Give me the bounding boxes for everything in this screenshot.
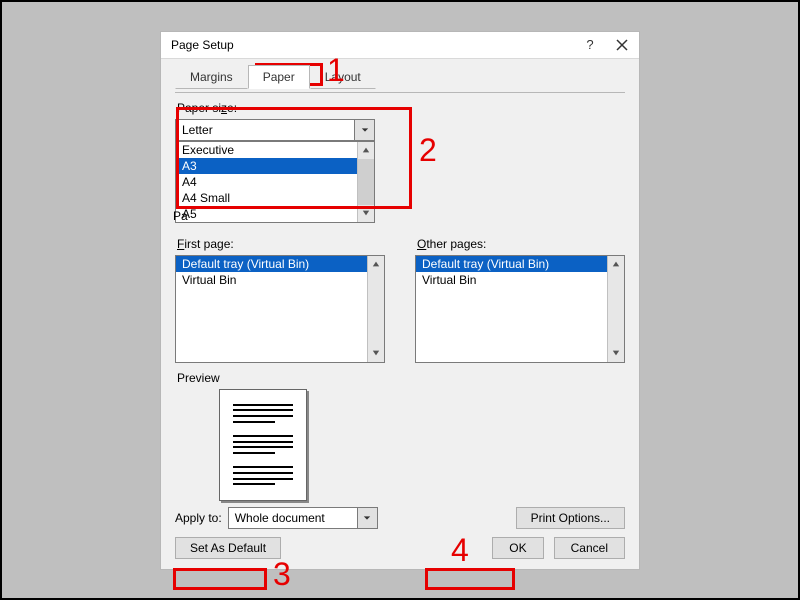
scroll-up-icon[interactable] <box>358 142 374 159</box>
apply-to-combo[interactable]: Whole document <box>228 507 378 529</box>
print-options-button[interactable]: Print Options... <box>516 507 625 529</box>
paper-source-label-partial: Pa <box>173 209 188 223</box>
listbox-scrollbar[interactable] <box>367 256 384 362</box>
other-pages-listbox[interactable]: Default tray (Virtual Bin) Virtual Bin <box>415 255 625 363</box>
tab-layout[interactable]: Layout <box>310 65 376 89</box>
first-page-label: First page: <box>177 237 234 251</box>
scroll-down-icon[interactable] <box>358 205 374 222</box>
chevron-down-icon[interactable] <box>357 508 377 528</box>
scroll-up-icon[interactable] <box>368 256 384 273</box>
ok-button[interactable]: OK <box>492 537 543 559</box>
set-as-default-button[interactable]: Set As Default <box>175 537 281 559</box>
list-item[interactable]: Default tray (Virtual Bin) <box>416 256 624 272</box>
paper-size-option[interactable]: A5 <box>176 206 374 222</box>
list-item[interactable]: Default tray (Virtual Bin) <box>176 256 384 272</box>
preview-thumbnail <box>219 389 307 501</box>
help-icon[interactable]: ? <box>583 38 597 52</box>
paper-size-dropdown-list[interactable]: Executive A3 A4 A4 Small A5 <box>175 141 375 223</box>
paper-size-option[interactable]: A3 <box>176 158 374 174</box>
other-pages-label: Other pages: <box>417 237 486 251</box>
scroll-down-icon[interactable] <box>368 345 384 362</box>
apply-to-label: Apply to: <box>175 511 222 525</box>
chevron-down-icon[interactable] <box>354 120 374 140</box>
paper-size-combo[interactable]: Letter <box>175 119 375 141</box>
scroll-down-icon[interactable] <box>608 345 624 362</box>
titlebar: Page Setup ? <box>161 32 639 59</box>
paper-size-label: Paper size: <box>177 101 623 115</box>
paper-size-option[interactable]: A4 Small <box>176 190 374 206</box>
scroll-up-icon[interactable] <box>608 256 624 273</box>
first-page-listbox[interactable]: Default tray (Virtual Bin) Virtual Bin <box>175 255 385 363</box>
close-icon[interactable] <box>615 38 629 52</box>
tab-strip: Margins Paper Layout <box>175 65 625 89</box>
annotation-box-4 <box>425 568 515 590</box>
paper-source-section: First page: Default tray (Virtual Bin) V… <box>175 229 625 363</box>
dropdown-scrollbar[interactable] <box>357 142 374 222</box>
tab-paper[interactable]: Paper <box>248 65 310 89</box>
cancel-button[interactable]: Cancel <box>554 537 625 559</box>
paper-size-value: Letter <box>176 120 354 140</box>
listbox-scrollbar[interactable] <box>607 256 624 362</box>
preview-label: Preview <box>177 371 623 385</box>
tab-margins[interactable]: Margins <box>175 65 248 89</box>
dialog-title: Page Setup <box>171 38 234 52</box>
paper-size-option[interactable]: A4 <box>176 174 374 190</box>
paper-size-option[interactable]: Executive <box>176 142 374 158</box>
page-setup-dialog: Page Setup ? Margins Paper Layout Paper … <box>160 31 640 570</box>
apply-to-value: Whole document <box>229 508 357 528</box>
list-item[interactable]: Virtual Bin <box>416 272 624 288</box>
annotation-box-3 <box>173 568 267 590</box>
list-item[interactable]: Virtual Bin <box>176 272 384 288</box>
